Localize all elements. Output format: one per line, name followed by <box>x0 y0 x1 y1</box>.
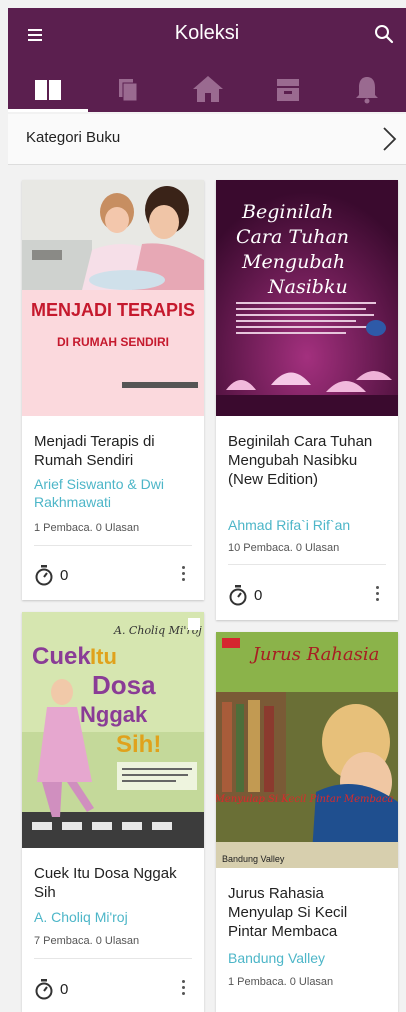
svg-text:Mengubah: Mengubah <box>241 251 345 273</box>
reading-timer: 0 <box>34 978 68 1000</box>
chevron-right-icon[interactable] <box>380 126 398 157</box>
svg-text:Cara Tuhan: Cara Tuhan <box>236 226 349 248</box>
svg-text:Nggak: Nggak <box>80 702 148 727</box>
svg-text:Dosa: Dosa <box>92 670 156 700</box>
cover-title-bottom: Menyulap Si Kecil Pintar Membaca <box>216 794 393 805</box>
book-title: Menjadi Terapis di Rumah Sendiri <box>34 433 155 469</box>
category-label: Kategori Buku <box>26 129 121 146</box>
svg-text:Nasibku: Nasibku <box>267 276 348 298</box>
book-title: Cuek Itu Dosa Nggak Sih <box>34 865 177 901</box>
tab-arsip[interactable] <box>248 66 328 112</box>
cover-title: MENJADI TERAPIS <box>31 300 195 320</box>
page-title: Koleksi <box>174 22 240 44</box>
tab-beranda[interactable] <box>168 66 248 112</box>
svg-text:Itu: Itu <box>90 644 117 669</box>
book-card[interactable]: Beginilah Cara Tuhan Mengubah Nasibku Be… <box>216 180 398 620</box>
cover-title-top: Jurus Rahasia <box>249 644 380 665</box>
svg-text:Beginilah: Beginilah <box>241 201 333 223</box>
divider <box>34 545 192 546</box>
book-stats: 10 Pembaca. 0 Ulasan <box>228 542 340 554</box>
more-options-icon[interactable] <box>376 586 380 604</box>
book-card[interactable]: MENJADI TERAPIS DI RUMAH SENDIRI Menjadi… <box>22 180 204 600</box>
reading-timer: 0 <box>34 564 68 586</box>
reading-time-value: 0 <box>60 566 69 584</box>
book-cover: Beginilah Cara Tuhan Mengubah Nasibku <box>216 180 398 416</box>
reading-time-value: 0 <box>254 586 263 604</box>
more-options-icon[interactable] <box>182 980 186 998</box>
category-bar[interactable]: Kategori Buku <box>8 114 406 165</box>
app-header: Koleksi <box>8 8 406 112</box>
book-cover: A. Choliq Mi'roj Cuek Itu Dosa Nggak Sih… <box>22 612 204 848</box>
divider <box>34 958 192 959</box>
active-tab-indicator <box>8 109 88 112</box>
book-cover: Jurus Rahasia Menyulap Si Kecil Pintar M… <box>216 632 398 868</box>
book-title: Jurus Rahasia Menyulap Si Kecil Pintar M… <box>228 885 348 940</box>
reading-time-value: 0 <box>60 980 69 998</box>
book-author[interactable]: Bandung Valley <box>228 949 390 967</box>
tab-notifikasi[interactable] <box>328 66 406 112</box>
tab-rak[interactable] <box>88 66 168 112</box>
tab-bar <box>8 66 406 112</box>
book-card[interactable]: Jurus Rahasia Menyulap Si Kecil Pintar M… <box>216 632 398 1012</box>
book-title: Beginilah Cara Tuhan Mengubah Nasibku (N… <box>228 433 373 488</box>
bell-icon <box>356 77 378 104</box>
stopwatch-icon <box>229 585 247 606</box>
tab-koleksi[interactable] <box>8 66 88 112</box>
stopwatch-icon <box>35 565 53 586</box>
bookshelf-icon <box>119 79 138 102</box>
home-icon <box>193 76 223 102</box>
book-author[interactable]: Ahmad Rifa`i Rif`an <box>228 516 390 534</box>
divider <box>228 564 386 565</box>
more-options-icon[interactable] <box>182 566 186 584</box>
book-author[interactable]: Arief Siswanto & Dwi Rakhmawati <box>34 475 196 511</box>
search-icon[interactable] <box>372 22 396 46</box>
cover-author: Bandung Valley <box>222 854 285 864</box>
archive-icon <box>277 79 299 101</box>
book-stats: 1 Pembaca. 0 Ulasan <box>34 522 140 534</box>
cover-subtitle: DI RUMAH SENDIRI <box>57 335 169 349</box>
stopwatch-icon <box>35 979 53 1000</box>
book-card[interactable]: A. Choliq Mi'roj Cuek Itu Dosa Nggak Sih… <box>22 612 204 1012</box>
svg-text:Cuek: Cuek <box>32 643 91 670</box>
book-author[interactable]: A. Choliq Mi'roj <box>34 908 196 926</box>
book-stats: 7 Pembaca. 0 Ulasan <box>34 935 140 947</box>
book-cover: MENJADI TERAPIS DI RUMAH SENDIRI <box>22 180 204 416</box>
reading-timer: 0 <box>228 584 262 606</box>
book-open-icon <box>35 80 61 100</box>
book-stats: 1 Pembaca. 0 Ulasan <box>228 976 334 988</box>
svg-text:Sih!: Sih! <box>116 731 161 758</box>
